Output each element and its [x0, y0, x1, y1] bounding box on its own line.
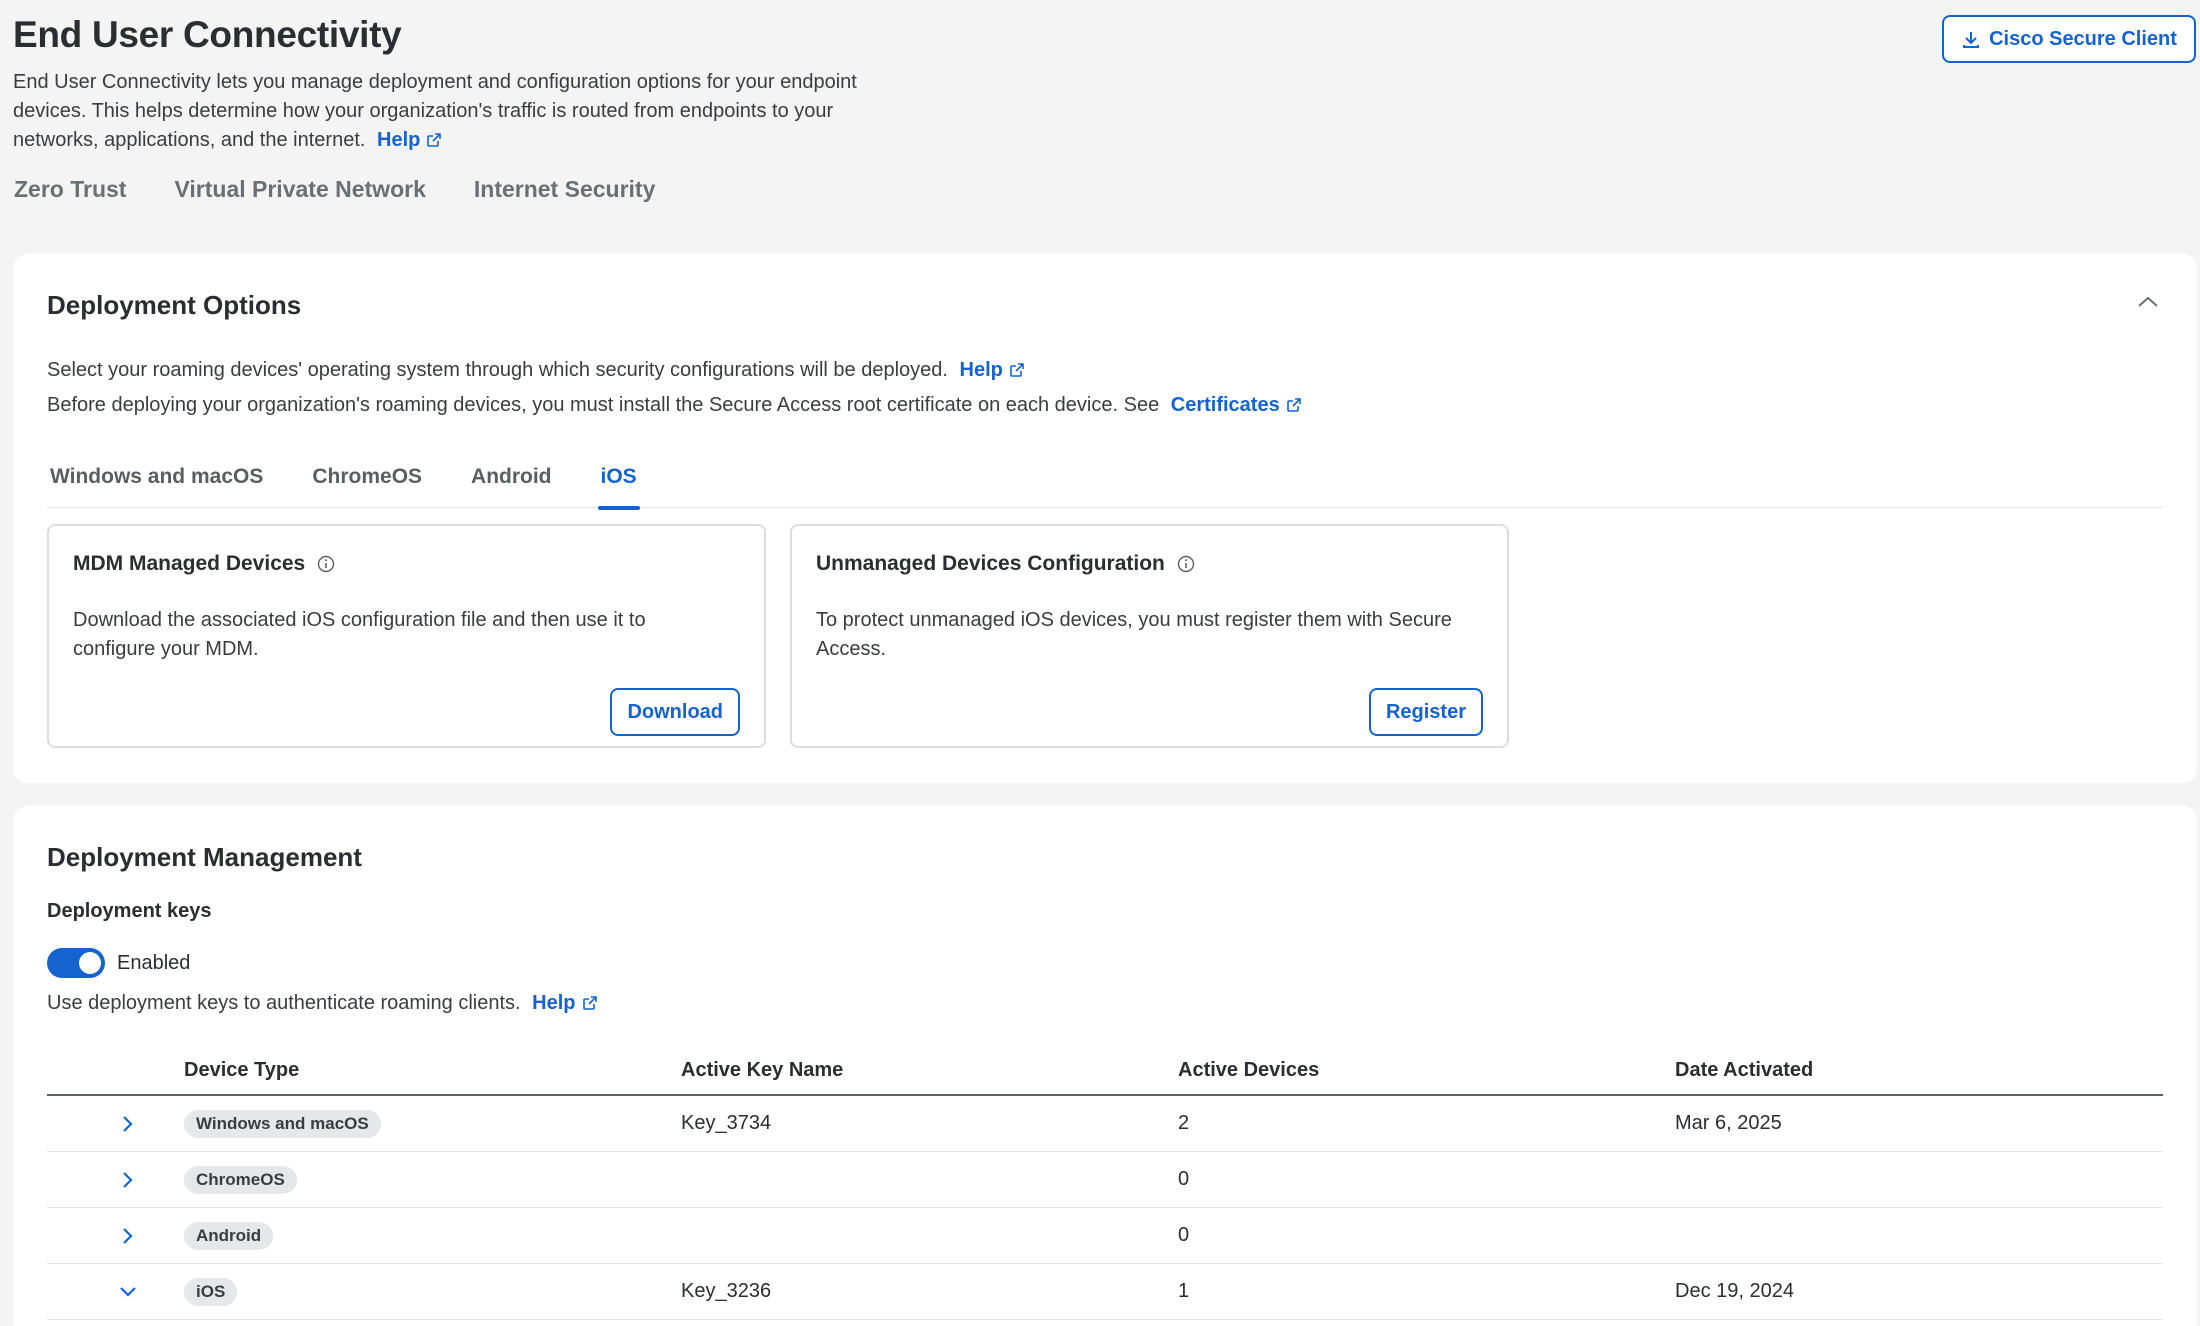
- deployment-options-title: Deployment Options: [47, 290, 302, 320]
- col-date-activated[interactable]: Date Activated: [1675, 1059, 2163, 1082]
- unmanaged-card-title: Unmanaged Devices Configuration: [816, 552, 1165, 575]
- active-devices: 0: [1178, 1168, 1190, 1190]
- certificates-label: Certificates: [1170, 394, 1280, 416]
- deployment-keys-toggle[interactable]: [47, 948, 105, 978]
- download-icon: [1963, 32, 1980, 48]
- deployment-keys-table: Device Type Active Key Name Active Devic…: [47, 1046, 2163, 1320]
- tab-zero-trust[interactable]: Zero Trust: [14, 176, 126, 203]
- unmanaged-card-header: Unmanaged Devices Configuration: [816, 552, 1195, 576]
- active-devices: 1: [1178, 1280, 1190, 1302]
- header-help-link[interactable]: Help: [377, 129, 442, 151]
- mdm-card-title: MDM Managed Devices: [73, 552, 306, 575]
- unmanaged-card-body: To protect unmanaged iOS devices, you mu…: [816, 609, 1452, 660]
- chevron-up-icon: [2138, 296, 2158, 307]
- deployment-keys-text: Use deployment keys to authenticate roam…: [47, 992, 521, 1014]
- table-row: Windows and macOS Key_3734 2 Mar 6, 2025: [47, 1096, 2163, 1152]
- table-row: iOS Key_3236 1 Dec 19, 2024: [47, 1264, 2163, 1320]
- deployment-management-panel: Deployment Management Deployment keys En…: [13, 806, 2197, 1326]
- external-link-icon: [427, 133, 442, 147]
- tab-windows-macos[interactable]: Windows and macOS: [47, 462, 266, 508]
- date-activated: Dec 19, 2024: [1675, 1280, 1794, 1302]
- deployment-keys-help-label: Help: [532, 992, 576, 1014]
- tab-android[interactable]: Android: [468, 462, 554, 508]
- external-link-icon: [582, 996, 597, 1010]
- os-select-help-label: Help: [959, 359, 1003, 381]
- certificate-info: Before deploying your organization's roa…: [47, 394, 1302, 417]
- col-device-type[interactable]: Device Type: [184, 1059, 681, 1082]
- table-header: Device Type Active Key Name Active Devic…: [47, 1046, 2163, 1096]
- tab-internet-security[interactable]: Internet Security: [474, 176, 656, 203]
- device-type-badge: Windows and macOS: [184, 1109, 381, 1138]
- table-row: ChromeOS 0: [47, 1152, 2163, 1208]
- certificate-text: Before deploying your organization's roa…: [47, 394, 1160, 416]
- device-type-badge: ChromeOS: [184, 1165, 297, 1194]
- top-tabs: Zero Trust Virtual Private Network Inter…: [14, 176, 655, 203]
- deployment-keys-toggle-row: Enabled: [47, 948, 190, 978]
- date-activated: Mar 6, 2025: [1675, 1112, 1782, 1134]
- device-type-badge: Android: [184, 1221, 274, 1250]
- external-link-icon: [1286, 398, 1301, 412]
- chevron-right-icon[interactable]: [113, 1165, 143, 1195]
- os-tabs: Windows and macOS ChromeOS Android iOS: [47, 462, 2163, 510]
- download-button[interactable]: Download: [610, 688, 740, 736]
- page-title: End User Connectivity: [13, 14, 402, 55]
- tab-virtual-private-network[interactable]: Virtual Private Network: [174, 176, 425, 203]
- device-type-badge: iOS: [184, 1277, 238, 1306]
- chevron-right-icon[interactable]: [113, 1109, 143, 1139]
- external-link-icon: [1010, 363, 1024, 377]
- tab-ios[interactable]: iOS: [597, 462, 640, 510]
- os-select-info: Select your roaming devices' operating s…: [47, 359, 1025, 382]
- active-devices: 0: [1178, 1224, 1190, 1246]
- info-icon[interactable]: [1177, 555, 1195, 573]
- cisco-secure-client-label: Cisco Secure Client: [1989, 27, 2177, 50]
- active-key-name: Key_3734: [681, 1112, 772, 1134]
- cisco-secure-client-button[interactable]: Cisco Secure Client: [1942, 15, 2196, 63]
- deployment-management-title: Deployment Management: [47, 842, 362, 872]
- collapse-button[interactable]: [2135, 292, 2161, 312]
- deployment-keys-title: Deployment keys: [47, 900, 212, 922]
- mdm-managed-card: MDM Managed Devices Download the associa…: [47, 524, 766, 748]
- toggle-label: Enabled: [117, 951, 191, 974]
- active-key-name: Key_3236: [681, 1280, 772, 1302]
- page-description: End User Connectivity lets you manage de…: [13, 68, 873, 155]
- table-row: Android 0: [47, 1208, 2163, 1264]
- tab-chromeos[interactable]: ChromeOS: [309, 462, 425, 508]
- register-button[interactable]: Register: [1368, 688, 1483, 736]
- certificates-link[interactable]: Certificates: [1171, 394, 1302, 416]
- chevron-right-icon[interactable]: [113, 1221, 143, 1251]
- active-devices: 2: [1178, 1112, 1190, 1134]
- mdm-card-body: Download the associated iOS configuratio…: [73, 609, 646, 660]
- col-active-key-name[interactable]: Active Key Name: [681, 1059, 1178, 1082]
- os-select-text: Select your roaming devices' operating s…: [47, 359, 948, 381]
- col-active-devices[interactable]: Active Devices: [1178, 1059, 1675, 1082]
- info-icon[interactable]: [317, 555, 335, 573]
- mdm-card-header: MDM Managed Devices: [73, 552, 335, 576]
- deployment-keys-help-link[interactable]: Help: [532, 992, 597, 1014]
- deployment-options-panel: Deployment Options Select your roaming d…: [13, 254, 2197, 783]
- chevron-down-icon[interactable]: [113, 1277, 143, 1307]
- deployment-keys-info: Use deployment keys to authenticate roam…: [47, 992, 598, 1015]
- header-help-label: Help: [377, 129, 421, 151]
- unmanaged-devices-card: Unmanaged Devices Configuration To prote…: [790, 524, 1509, 748]
- os-select-help-link[interactable]: Help: [960, 359, 1025, 381]
